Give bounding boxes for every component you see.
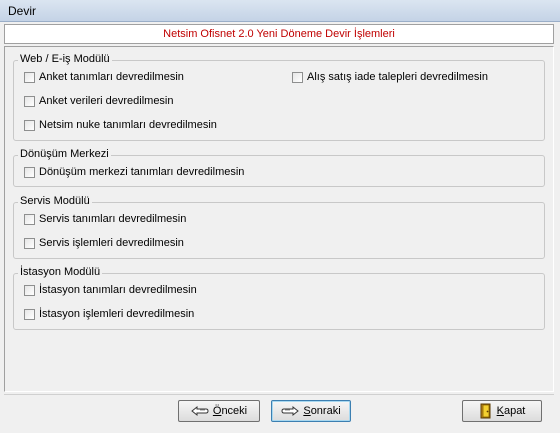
service-module-group: Servis Modülü Servis tanımları devredilm… — [13, 195, 545, 259]
checkbox-box[interactable] — [24, 213, 35, 225]
checkbox-box[interactable] — [24, 237, 35, 249]
checkbox-netsim-nuke-definitions[interactable]: Netsim nuke tanımları devredilmesin — [24, 119, 217, 131]
checkbox-box[interactable] — [24, 166, 35, 178]
checkbox-survey-data[interactable]: Anket verileri devredilmesin — [24, 95, 174, 107]
checkbox-label: Anket tanımları devredilmesin — [39, 71, 184, 83]
checkbox-label: Anket verileri devredilmesin — [39, 95, 174, 107]
previous-button-label: Önceki — [212, 405, 248, 417]
next-button-label: Sonraki — [303, 405, 341, 417]
content-panel: Web / E-iş Modülü Anket tanımları devred… — [4, 46, 554, 392]
door-exit-icon — [479, 403, 493, 419]
service-module-group-label: Servis Modülü — [18, 195, 92, 207]
header-banner: Netsim Ofisnet 2.0 Yeni Döneme Devir İşl… — [4, 24, 554, 44]
checkbox-box[interactable] — [24, 284, 35, 296]
checkbox-survey-definitions[interactable]: Anket tanımları devredilmesin — [24, 71, 184, 83]
checkbox-station-operations[interactable]: İstasyon işlemleri devredilmesin — [24, 308, 194, 320]
conversion-center-group: Dönüşüm Merkezi Dönüşüm merkezi tanımlar… — [13, 148, 545, 187]
web-module-group-label: Web / E-iş Modülü — [18, 53, 112, 65]
checkbox-label: Servis tanımları devredilmesin — [39, 213, 187, 225]
hand-pointing-right-icon — [281, 405, 300, 417]
checkbox-box[interactable] — [24, 119, 35, 131]
next-button[interactable]: Sonraki — [271, 400, 351, 422]
previous-button[interactable]: Önceki — [178, 400, 260, 422]
checkbox-box[interactable] — [292, 71, 303, 83]
station-module-group: İstasyon Modülü İstasyon tanımları devre… — [13, 266, 545, 330]
checkbox-box[interactable] — [24, 95, 35, 107]
checkbox-service-operations[interactable]: Servis işlemleri devredilmesin — [24, 237, 184, 249]
checkbox-label: Alış satış iade talepleri devredilmesin — [307, 71, 488, 83]
checkbox-label: Netsim nuke tanımları devredilmesin — [39, 119, 217, 131]
title-bar: Devir — [0, 0, 560, 22]
checkbox-conversion-definitions[interactable]: Dönüşüm merkezi tanımları devredilmesin — [24, 166, 244, 178]
header-text: Netsim Ofisnet 2.0 Yeni Döneme Devir İşl… — [163, 28, 395, 40]
hand-pointing-left-icon — [191, 405, 209, 417]
checkbox-label: Servis işlemleri devredilmesin — [39, 237, 184, 249]
conversion-center-group-label: Dönüşüm Merkezi — [18, 148, 111, 160]
close-button-label: Kapat — [496, 405, 526, 417]
button-bar: Önceki Sonraki Kapat — [4, 394, 554, 429]
checkbox-label: Dönüşüm merkezi tanımları devredilmesin — [39, 166, 245, 178]
checkbox-label: İstasyon tanımları devredilmesin — [39, 284, 197, 296]
window-title: Devir — [8, 4, 37, 18]
checkbox-box[interactable] — [24, 71, 35, 83]
checkbox-station-definitions[interactable]: İstasyon tanımları devredilmesin — [24, 284, 197, 296]
checkbox-box[interactable] — [24, 308, 35, 320]
checkbox-label: İstasyon işlemleri devredilmesin — [39, 308, 195, 320]
checkbox-return-requests[interactable]: Alış satış iade talepleri devredilmesin — [292, 71, 488, 83]
checkbox-service-definitions[interactable]: Servis tanımları devredilmesin — [24, 213, 186, 225]
close-button[interactable]: Kapat — [462, 400, 542, 422]
station-module-group-label: İstasyon Modülü — [18, 266, 103, 278]
web-module-group: Web / E-iş Modülü Anket tanımları devred… — [13, 53, 545, 141]
